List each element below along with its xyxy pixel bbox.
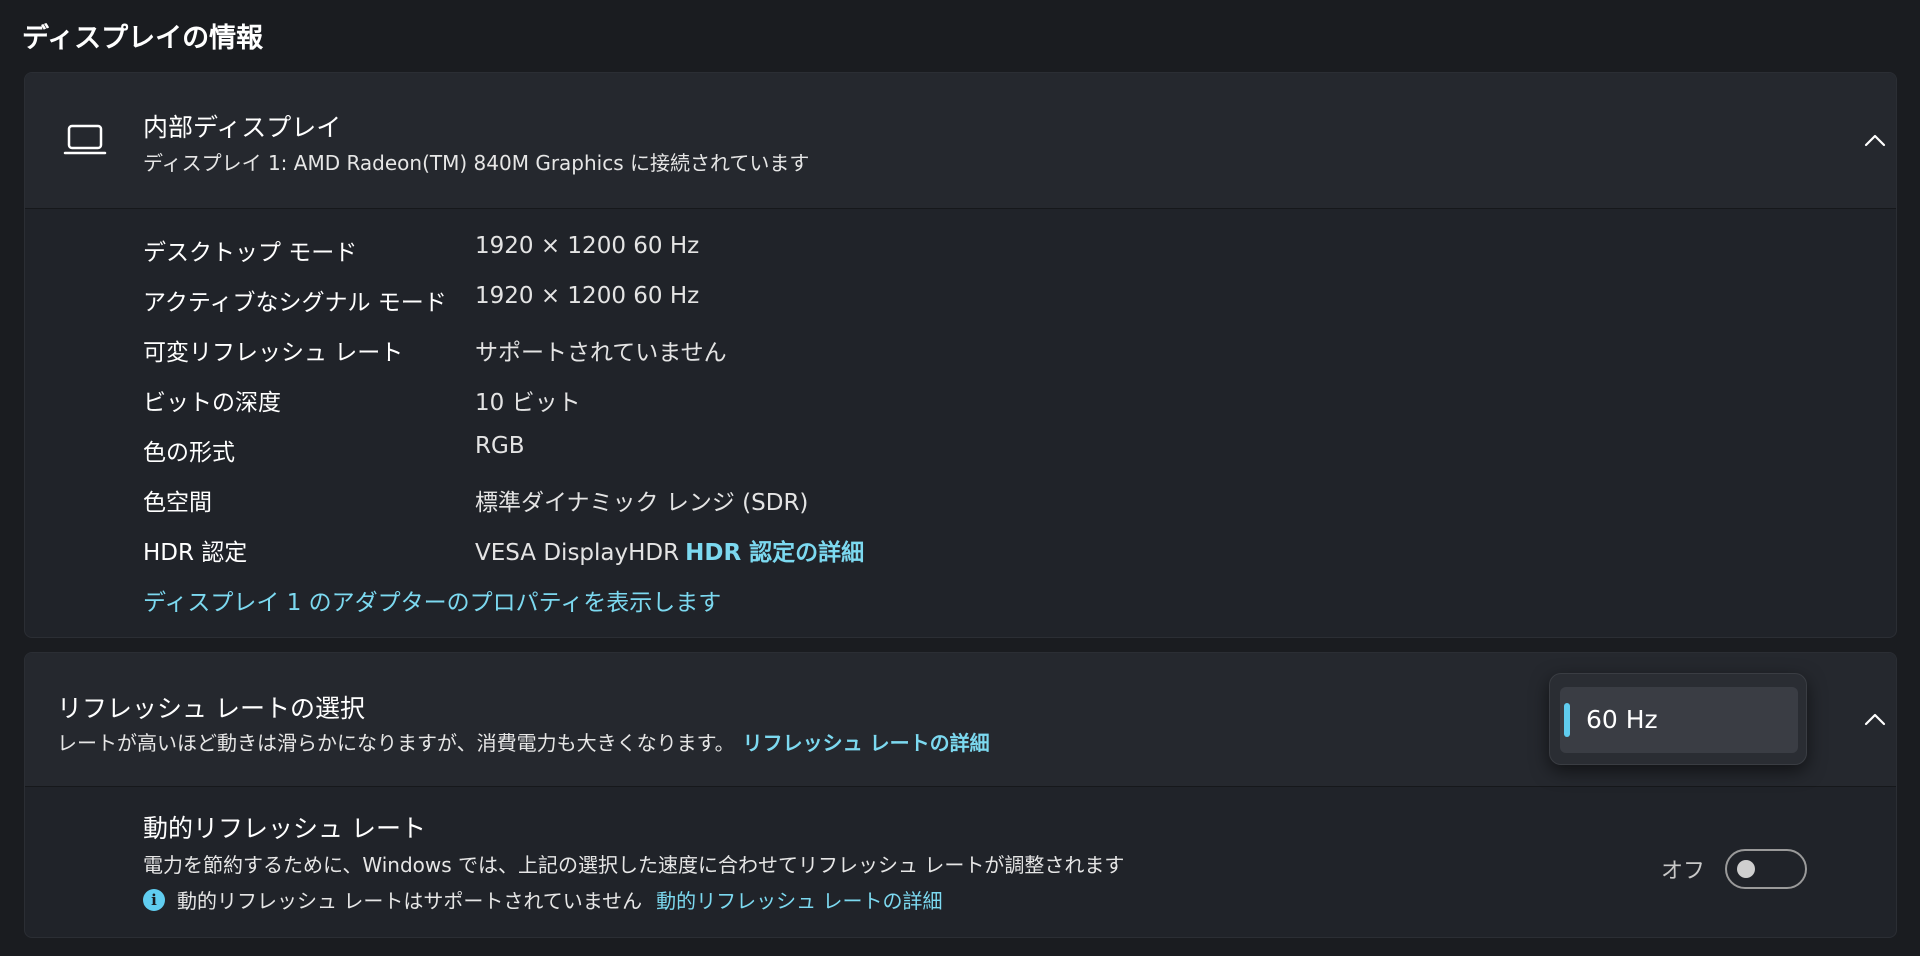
hdr-cert-value: VESA DisplayHDR bbox=[475, 540, 680, 566]
dynamic-refresh-unsupported-text: 動的リフレッシュ レートはサポートされていません bbox=[177, 889, 643, 913]
selection-indicator bbox=[1564, 703, 1570, 737]
info-label: 色空間 bbox=[143, 490, 212, 516]
info-label: 可変リフレッシュ レート bbox=[143, 340, 404, 366]
refresh-rate-option-selected[interactable]: 60 Hz bbox=[1560, 687, 1798, 753]
refresh-rate-dropdown[interactable]: 60 Hz bbox=[1549, 673, 1807, 765]
refresh-rate-title: リフレッシュ レートの選択 bbox=[57, 694, 365, 723]
internal-display-header[interactable]: 内部ディスプレイ ディスプレイ 1: AMD Radeon(TM) 840M G… bbox=[25, 73, 1896, 209]
info-value: サポートされていません bbox=[475, 340, 727, 366]
internal-display-card: 内部ディスプレイ ディスプレイ 1: AMD Radeon(TM) 840M G… bbox=[24, 72, 1897, 638]
hdr-cert-details-link[interactable]: HDR 認定の詳細 bbox=[685, 540, 864, 566]
refresh-rate-header[interactable]: リフレッシュ レートの選択 レートが高いほど動きは滑らかになりますが、消費電力も… bbox=[25, 653, 1896, 787]
info-label: ビットの深度 bbox=[143, 390, 281, 416]
info-icon: i bbox=[143, 888, 165, 911]
collapse-internal-display-button[interactable] bbox=[1851, 117, 1896, 165]
info-value: 1920 × 1200 60 Hz bbox=[475, 233, 700, 259]
info-value: 標準ダイナミック レンジ (SDR) bbox=[475, 490, 809, 516]
info-value: 1920 × 1200 60 Hz bbox=[475, 283, 700, 309]
info-label: アクティブなシグナル モード bbox=[143, 290, 447, 316]
internal-display-subtitle: ディスプレイ 1: AMD Radeon(TM) 840M Graphics に… bbox=[143, 151, 810, 175]
info-value: VESA DisplayHDR HDR 認定の詳細 bbox=[475, 533, 864, 567]
toggle-knob bbox=[1737, 860, 1755, 878]
adapter-properties-link[interactable]: ディスプレイ 1 のアダプターのプロパティを表示します bbox=[143, 583, 721, 617]
laptop-icon bbox=[63, 124, 107, 155]
dynamic-refresh-note: i 動的リフレッシュ レートはサポートされていません 動的リフレッシュ レートの… bbox=[143, 885, 943, 914]
info-value: 10 ビット bbox=[475, 390, 581, 416]
refresh-rate-card: リフレッシュ レートの選択 レートが高いほど動きは滑らかになりますが、消費電力も… bbox=[24, 652, 1897, 938]
info-label: HDR 認定 bbox=[143, 540, 248, 566]
toggle-state-label: オフ bbox=[1661, 859, 1706, 884]
collapse-refresh-rate-button[interactable] bbox=[1851, 696, 1896, 744]
chevron-up-icon bbox=[1864, 134, 1886, 147]
refresh-rate-description: レートが高いほど動きは滑らかになりますが、消費電力も大きくなります。 bbox=[57, 731, 735, 755]
dynamic-refresh-rate-row: 動的リフレッシュ レート 電力を節約するために、Windows では、上記の選択… bbox=[25, 787, 1896, 937]
refresh-rate-option-label: 60 Hz bbox=[1586, 705, 1658, 734]
dynamic-refresh-toggle[interactable] bbox=[1725, 849, 1807, 889]
info-value: RGB bbox=[475, 433, 525, 459]
refresh-rate-details-link[interactable]: リフレッシュ レートの詳細 bbox=[743, 731, 990, 755]
page-title: ディスプレイの情報 bbox=[22, 23, 264, 54]
info-label: 色の形式 bbox=[143, 440, 235, 466]
refresh-rate-subtitle: レートが高いほど動きは滑らかになりますが、消費電力も大きくなります。 リフレッシュ… bbox=[57, 727, 990, 756]
dynamic-refresh-details-link[interactable]: 動的リフレッシュ レートの詳細 bbox=[656, 885, 942, 914]
chevron-up-icon bbox=[1864, 713, 1886, 726]
info-label: デスクトップ モード bbox=[143, 240, 358, 266]
internal-display-title: 内部ディスプレイ bbox=[143, 113, 342, 142]
dynamic-refresh-description: 電力を節約するために、Windows では、上記の選択した速度に合わせてリフレッ… bbox=[143, 853, 1125, 877]
dynamic-refresh-title: 動的リフレッシュ レート bbox=[143, 814, 426, 843]
